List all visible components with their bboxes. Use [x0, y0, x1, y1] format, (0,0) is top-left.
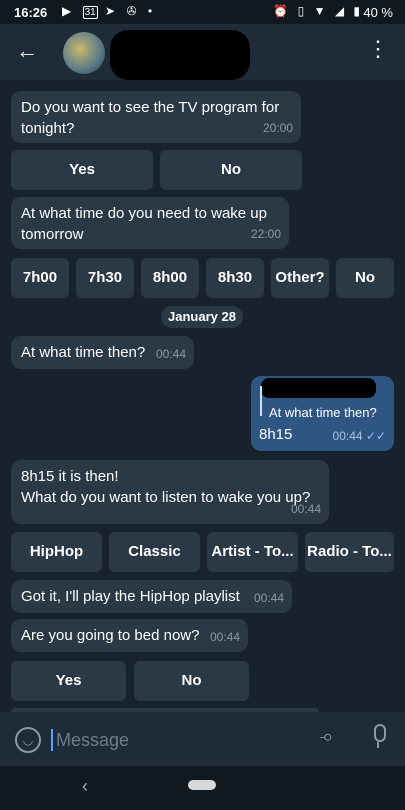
cell-signal-icon: ◢	[334, 4, 348, 18]
keyboard-button-8h30[interactable]: 8h30	[206, 258, 264, 298]
message-time: 00:44	[209, 630, 240, 644]
chat-area[interactable]: Do you want to see the TV program for to…	[0, 80, 405, 712]
message-input-bar: ◡ ⌕	[0, 712, 405, 766]
message-time: 00:44	[253, 591, 284, 605]
more-vertical-icon[interactable]: ⋮	[367, 36, 389, 62]
system-nav-bar: ‹	[0, 766, 405, 810]
keyboard-button-yes[interactable]: Yes	[11, 150, 153, 190]
double-check-icon: ✓✓	[365, 429, 386, 443]
smile-icon[interactable]: ◡	[15, 727, 41, 753]
wifi-icon: ▼	[313, 4, 329, 18]
keyboard-button-other[interactable]: Other?	[271, 258, 329, 298]
message-text: Do you want to see the TV program for to…	[21, 99, 280, 137]
keyboard-button-7h30[interactable]: 7h30	[76, 258, 134, 298]
battery-percent: 40 %	[363, 5, 393, 20]
vibrate-icon: ▯	[297, 4, 308, 18]
keyboard-button-no[interactable]: No	[160, 150, 302, 190]
chevron-left-icon[interactable]: ‹	[82, 776, 88, 797]
keyboard-button-hiphop[interactable]: HipHop	[11, 532, 102, 572]
redacted-reply-author	[261, 378, 376, 398]
keyboard-button-no[interactable]: No	[134, 661, 249, 701]
message-time: 20:00	[262, 121, 293, 135]
message-text: At what time then?	[21, 344, 146, 361]
alarm-icon: ⏰	[273, 4, 292, 18]
paperclip-icon[interactable]: ⌕	[316, 725, 339, 749]
chat-header: ← ⋮	[0, 24, 405, 80]
message-time: 00:44	[155, 347, 186, 361]
message-bubble: At what time do you need to wake up tomo…	[11, 197, 289, 249]
keyboard-button-classic[interactable]: Classic	[109, 532, 200, 572]
play-icon: ▶	[62, 4, 76, 18]
message-time: 00:44	[290, 502, 321, 516]
status-left-icons: ▶ 31 ➤ ✇ •	[62, 4, 157, 19]
status-time: 16:26	[14, 5, 48, 20]
status-bar: 16:26 ▶ 31 ➤ ✇ • ⏰ ▯ ▼ ◢ ▮ 40 %	[0, 0, 405, 24]
keyboard-button-radio[interactable]: Radio - To...	[305, 532, 394, 572]
reply-quote-bar	[260, 386, 262, 416]
redacted-name	[110, 30, 250, 80]
dot-icon: •	[147, 4, 157, 18]
keyboard-button-7h00[interactable]: 7h00	[11, 258, 69, 298]
message-bubble: Do you want to see the TV program for to…	[11, 91, 301, 143]
microphone-capsule	[374, 724, 386, 742]
keyboard-button-8h00[interactable]: 8h00	[141, 258, 199, 298]
send-icon: ➤	[105, 4, 120, 18]
calendar-icon: 31	[82, 6, 98, 19]
message-text: Got it, I'll play the HipHop playlist	[21, 588, 240, 605]
message-time: 22:00	[250, 227, 281, 241]
message-text: 8h15 it is then! What do you want to lis…	[21, 468, 311, 506]
arrow-left-icon[interactable]: ←	[16, 38, 38, 64]
message-text: Are you going to bed now?	[21, 627, 200, 644]
message-bubble: At what time then? 00:44	[11, 336, 194, 369]
date-separator: January 28	[161, 306, 243, 328]
avatar[interactable]	[63, 32, 105, 74]
message-text: At what time do you need to wake up tomo…	[21, 205, 267, 243]
keyboard-button-artist[interactable]: Artist - To...	[207, 532, 298, 572]
microphone-icon[interactable]	[371, 724, 386, 748]
reply-quote-text[interactable]: At what time then?	[269, 402, 377, 423]
keyboard-button-no[interactable]: No	[336, 258, 394, 298]
message-time: 00:44 ✓✓	[333, 426, 386, 447]
signal-icon: ✇	[126, 4, 141, 18]
battery-icon: ▮	[353, 4, 363, 18]
message-bubble: Are you going to bed now? 00:44	[11, 619, 248, 652]
home-pill-icon[interactable]	[188, 780, 216, 790]
microphone-stand	[377, 742, 379, 748]
outgoing-message-bubble: At what time then? 8h15 00:44 ✓✓	[251, 376, 394, 451]
message-time-value: 00:44	[332, 429, 363, 443]
keyboard-button-yes[interactable]: Yes	[11, 661, 126, 701]
message-input[interactable]	[54, 726, 308, 754]
message-bubble: Got it, I'll play the HipHop playlist 00…	[11, 580, 292, 613]
message-text: 8h15	[259, 426, 293, 443]
text-cursor	[51, 729, 53, 751]
status-right-icons: ⏰ ▯ ▼ ◢ ▮	[273, 4, 363, 18]
message-bubble: 8h15 it is then! What do you want to lis…	[11, 460, 329, 524]
